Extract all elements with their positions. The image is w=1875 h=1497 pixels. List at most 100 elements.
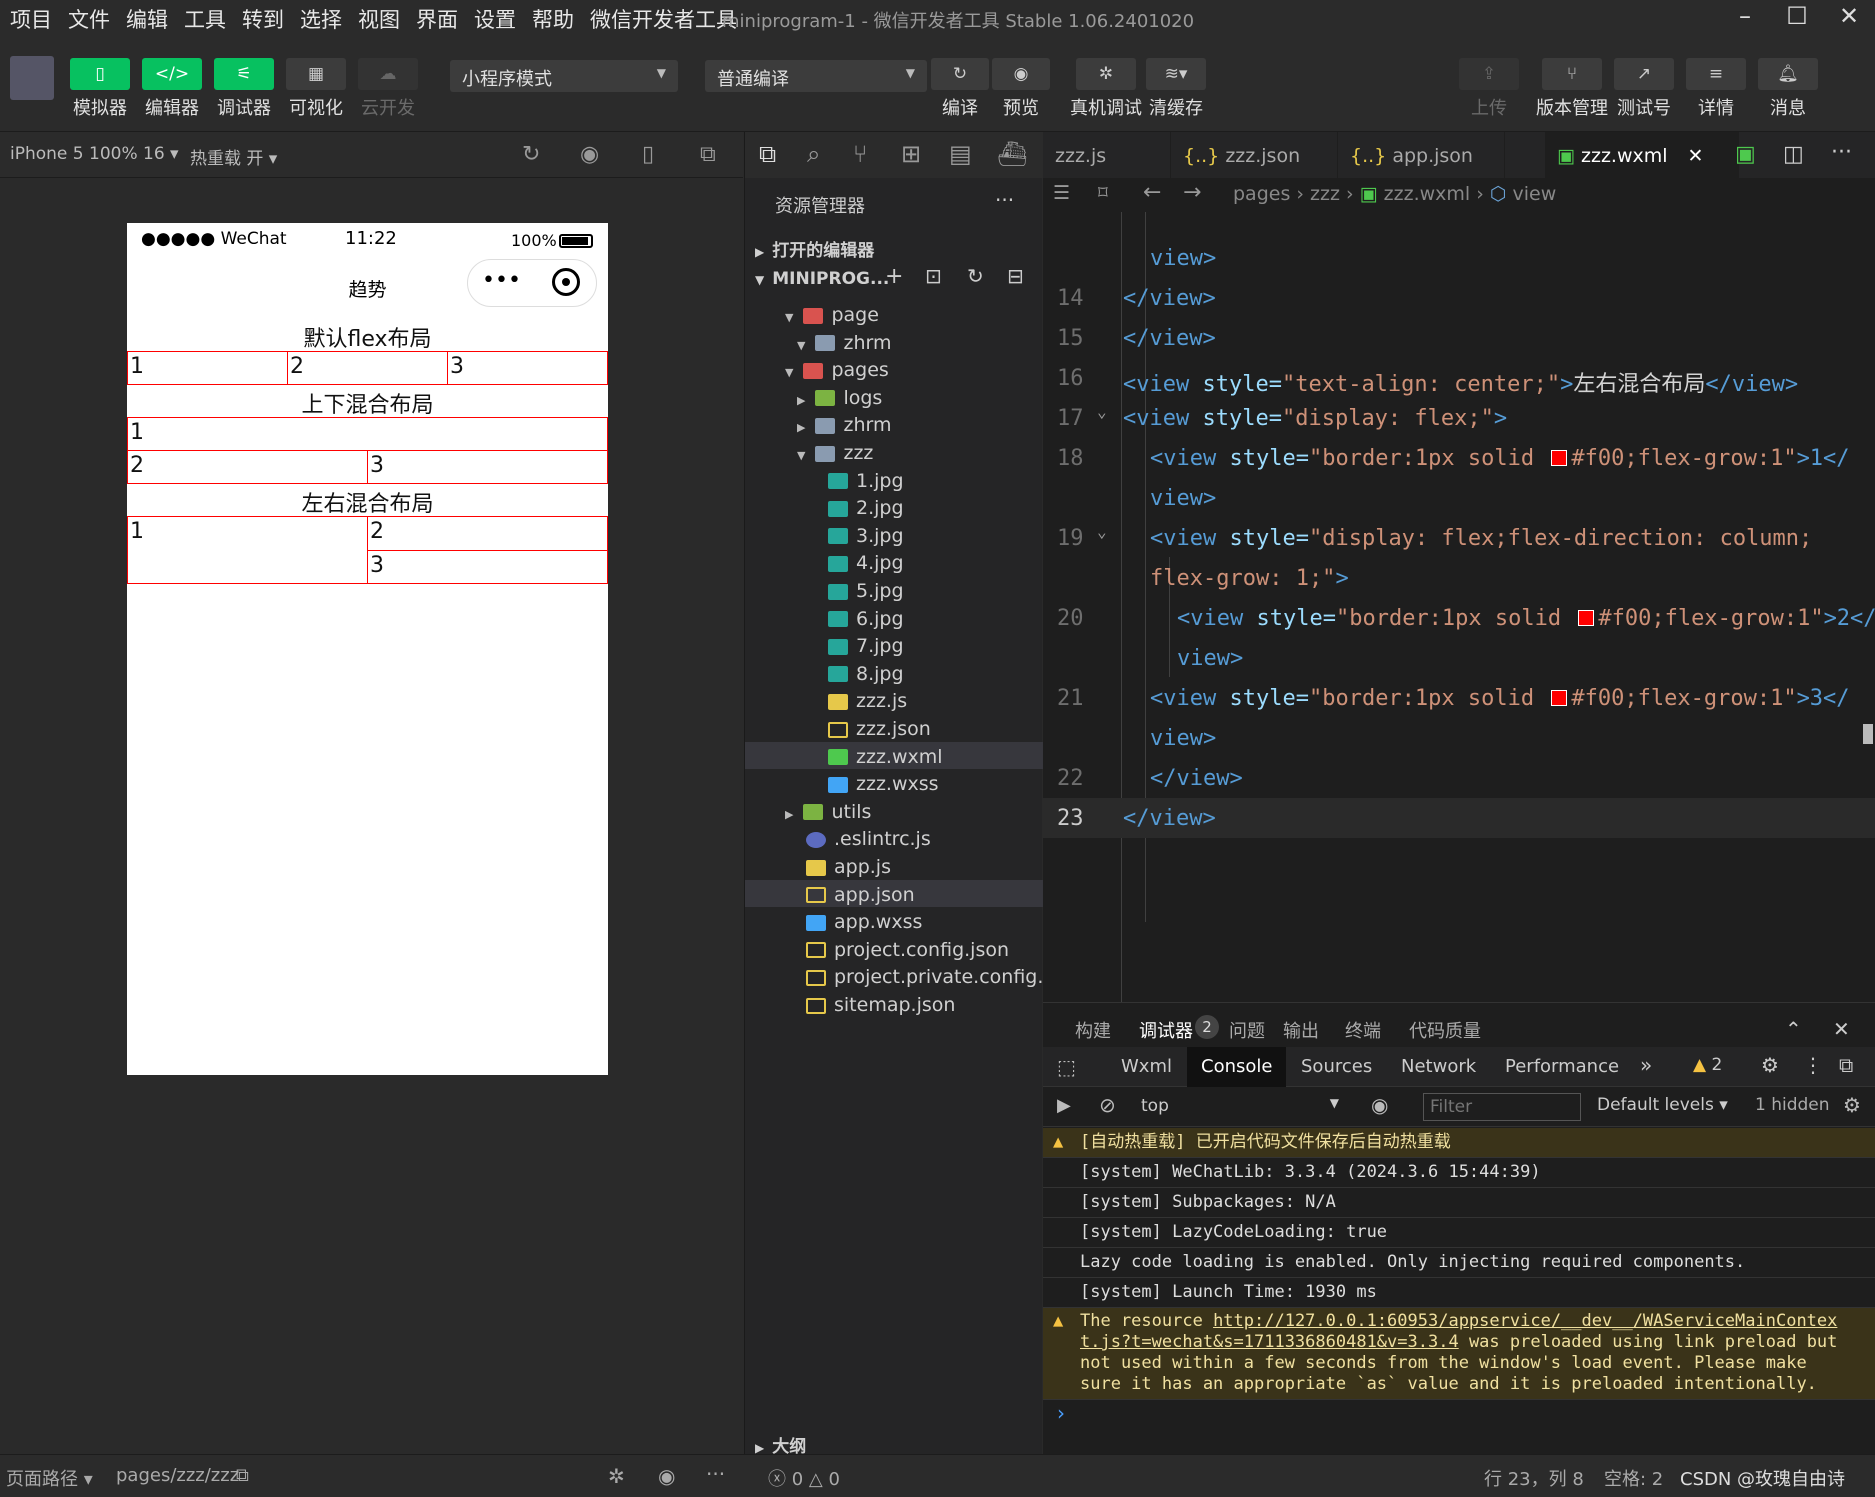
preview-button[interactable]: ◉ 预览: [992, 58, 1050, 120]
cloud-button[interactable]: ☁ 云开发: [358, 58, 418, 120]
debugger-button[interactable]: ⚟ 调试器: [214, 58, 274, 120]
devtools-tab[interactable]: Network: [1387, 1047, 1490, 1087]
resource-link[interactable]: http://127.0.0.1:60953/appservice/__dev_…: [1213, 1311, 1837, 1331]
clear-icon[interactable]: ⊘: [1099, 1093, 1116, 1117]
menu-item[interactable]: 文件: [68, 4, 110, 34]
devtools-tab[interactable]: Performance: [1491, 1047, 1633, 1087]
compile-mode-select[interactable]: 普通编译 ▼: [705, 60, 927, 92]
hot-reload-select[interactable]: 热重载 开 ▾: [190, 144, 277, 169]
simulator-button[interactable]: ▯ 模拟器: [70, 58, 130, 120]
problems-counter[interactable]: ⓧ 0 △ 0: [768, 1465, 840, 1491]
collapse-panel-icon[interactable]: ⌃: [1785, 1017, 1802, 1041]
details-button[interactable]: ≡ 详情: [1686, 58, 1746, 120]
gear-icon[interactable]: ⚙: [1761, 1053, 1779, 1077]
indent-setting[interactable]: 空格: 2: [1604, 1465, 1663, 1491]
panel-tab[interactable]: 输出: [1283, 1017, 1319, 1043]
log-levels-select[interactable]: Default levels ▾: [1597, 1095, 1728, 1115]
filter-input[interactable]: [1423, 1093, 1581, 1121]
tree-item[interactable]: project.private.config.js...: [785, 966, 1077, 988]
more-icon[interactable]: ···: [1831, 140, 1852, 165]
close-mini-icon[interactable]: [552, 268, 580, 296]
new-file-icon[interactable]: +: [885, 264, 903, 289]
wxml-preview-icon[interactable]: ▣: [1735, 142, 1756, 167]
tab-zzz-js[interactable]: zzz.js: [1043, 132, 1171, 178]
tree-item[interactable]: zzz.json: [807, 718, 931, 740]
tree-item[interactable]: app.wxss: [785, 911, 922, 933]
menu-item[interactable]: 帮助: [532, 4, 574, 34]
eye-icon[interactable]: ◉: [1371, 1093, 1388, 1117]
device-select[interactable]: iPhone 5 100% 16 ▾: [10, 144, 179, 164]
mode-select[interactable]: 小程序模式 ▼: [450, 60, 678, 92]
menu-item[interactable]: 项目: [10, 4, 52, 34]
project-section[interactable]: ▼ MINIPROG...: [755, 269, 889, 289]
tree-item[interactable]: app.js: [785, 856, 891, 878]
inspect-icon[interactable]: ⬚: [1057, 1055, 1076, 1079]
eye-icon[interactable]: ◉: [658, 1464, 675, 1488]
panel-tab[interactable]: 调试器: [1139, 1017, 1193, 1043]
fold-icon[interactable]: ⌄: [1097, 402, 1107, 421]
fold-icon[interactable]: ⌄: [1097, 522, 1107, 541]
tree-item[interactable]: 4.jpg: [807, 552, 904, 574]
cursor-position[interactable]: 行 23，列 8: [1484, 1465, 1584, 1491]
test-account-button[interactable]: ↗ 测试号: [1614, 58, 1674, 120]
tab-zzz-wxml[interactable]: ▣ zzz.wxml ✕: [1545, 132, 1739, 178]
upload-button[interactable]: ⇪ 上传: [1459, 58, 1519, 120]
panel-tab[interactable]: 构建: [1075, 1017, 1111, 1043]
tree-item[interactable]: sitemap.json: [785, 994, 955, 1016]
tree-item[interactable]: zzz.wxss: [807, 773, 939, 795]
close-icon[interactable]: ✕: [1833, 1017, 1850, 1041]
compile-button[interactable]: ↻ 编译: [931, 58, 989, 120]
warning-counter[interactable]: ▲ 2: [1693, 1055, 1722, 1075]
close-icon[interactable]: ✕: [1688, 145, 1704, 167]
messages-button[interactable]: 🔔︎ 消息: [1758, 58, 1818, 120]
tree-item[interactable]: project.config.json: [785, 939, 1009, 961]
stop-icon[interactable]: ◉: [580, 142, 599, 167]
color-swatch[interactable]: [1578, 610, 1595, 626]
menu-item[interactable]: 设置: [474, 4, 516, 34]
panel-icon[interactable]: ▤: [949, 140, 972, 168]
sidebar-icon[interactable]: ▶: [1057, 1095, 1071, 1116]
refresh-icon[interactable]: ↻: [967, 264, 984, 288]
devtools-tab[interactable]: Console: [1187, 1047, 1287, 1087]
visual-button[interactable]: ▦ 可视化: [286, 58, 346, 120]
gear-icon[interactable]: ⚙: [1843, 1093, 1861, 1117]
tree-item[interactable]: ▼ zhrm: [797, 332, 891, 354]
tab-zzz-json[interactable]: {..} zzz.json: [1171, 132, 1338, 178]
devtools-tab[interactable]: Sources: [1287, 1047, 1386, 1087]
more-icon[interactable]: ···: [706, 1462, 725, 1486]
menu-item[interactable]: 转到: [242, 4, 284, 34]
color-swatch[interactable]: [1551, 450, 1568, 466]
tree-item[interactable]: ▶ zhrm: [797, 414, 891, 436]
editor-button[interactable]: </> 编辑器: [142, 58, 202, 120]
tree-item[interactable]: ▼ page: [785, 304, 879, 326]
page-path-select[interactable]: 页面路径 ▾: [6, 1465, 93, 1491]
tree-item[interactable]: 5.jpg: [807, 580, 904, 602]
tree-item[interactable]: 8.jpg: [807, 663, 904, 685]
tree-item[interactable]: 6.jpg: [807, 608, 904, 630]
bug-icon[interactable]: ✲: [608, 1464, 625, 1488]
tree-item[interactable]: 7.jpg: [807, 635, 904, 657]
tree-item[interactable]: zzz.wxml: [807, 746, 943, 768]
menu-item[interactable]: 视图: [358, 4, 400, 34]
more-tabs-icon[interactable]: »: [1640, 1053, 1652, 1077]
dock-icon[interactable]: ⧉: [1839, 1053, 1853, 1077]
minimize-button[interactable]: –: [1725, 2, 1765, 32]
tree-item[interactable]: app.json: [785, 884, 915, 906]
menu-item[interactable]: 编辑: [126, 4, 168, 34]
panel-tab[interactable]: 终端: [1345, 1017, 1381, 1043]
tree-item[interactable]: ▶ utils: [785, 801, 871, 823]
menu-item[interactable]: 微信开发者工具: [590, 4, 737, 34]
context-select[interactable]: top ▼: [1135, 1093, 1345, 1121]
capsule-button[interactable]: •••: [467, 259, 597, 307]
resource-link[interactable]: t.js?t=wechat&s=1711336860481&v=3.3.4: [1080, 1332, 1459, 1352]
tree-item[interactable]: ▼ pages: [785, 359, 889, 381]
scrollbar-thumb[interactable]: [1863, 724, 1873, 744]
copy-icon[interactable]: ⧉: [236, 1465, 249, 1486]
collapse-icon[interactable]: ⊟: [1007, 264, 1024, 288]
tab-app-json[interactable]: {..} app.json: [1338, 132, 1505, 178]
panel-tab[interactable]: 问题: [1229, 1017, 1265, 1043]
search-icon[interactable]: ⌕: [807, 140, 820, 168]
new-folder-icon[interactable]: ⊡: [925, 264, 942, 288]
tree-item[interactable]: 1.jpg: [807, 470, 904, 492]
split-editor-icon[interactable]: ◫: [1783, 142, 1804, 167]
